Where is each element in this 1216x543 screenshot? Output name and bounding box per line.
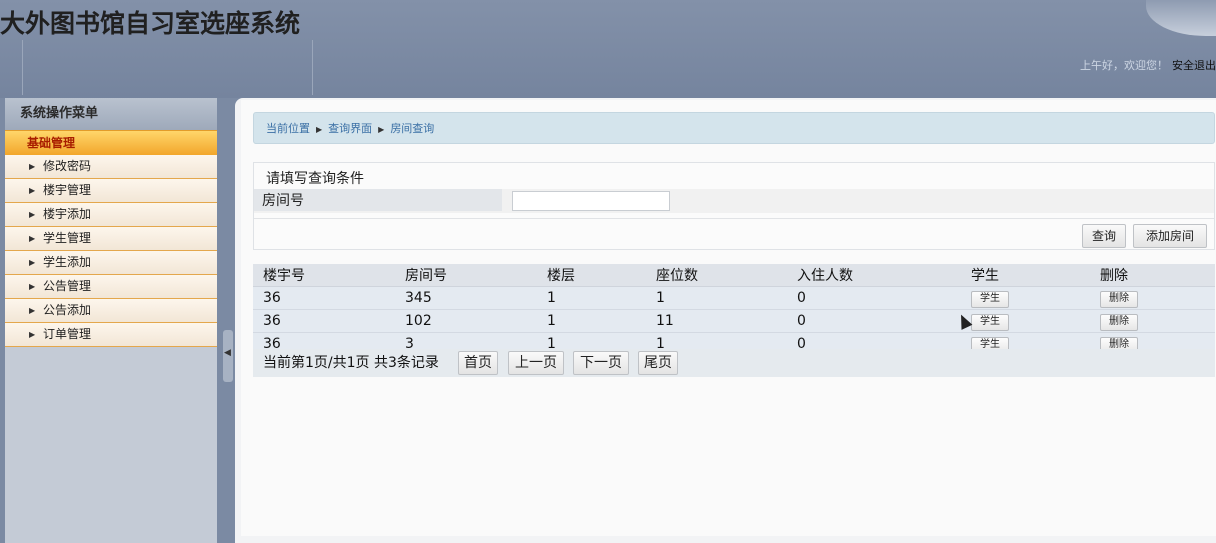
caret-right-icon: ▶ [316,125,323,134]
pagination-bar: 当前第1页/共1页 共3条记录 首页 上一页 下一页 尾页 [253,349,1215,377]
query-row: 房间号 [254,189,1214,213]
query-button-bar: 查询 添加房间 [254,218,1214,251]
cell-seats: 11 [646,309,787,333]
caret-right-icon: ▶ [29,210,36,219]
sidebar-item-student-manage[interactable]: ▶ 学生管理 [5,227,217,251]
column-header: 学生 [961,264,1090,287]
sidebar-item-building-manage[interactable]: ▶ 楼宇管理 [5,179,217,203]
caret-right-icon: ▶ [29,282,36,291]
caret-right-icon: ▶ [29,306,36,315]
sidebar-item-label: 楼宇添加 [43,207,92,221]
breadcrumb-item[interactable]: 当前位置 [266,122,310,135]
sidebar-item-student-add[interactable]: ▶ 学生添加 [5,251,217,275]
table-header-row: 楼宇号 房间号 楼层 座位数 入住人数 学生 删除 [253,264,1215,287]
cell-occupants: 0 [787,309,961,333]
cell-occupants: 0 [787,286,961,310]
last-page-button[interactable]: 尾页 [638,351,678,375]
column-header: 删除 [1090,264,1215,287]
caret-right-icon: ▶ [29,162,36,171]
pagination-info: 当前第1页/共1页 共3条记录 [263,355,439,371]
cell-floor: 1 [537,286,646,310]
table-row: 36 102 1 11 0 学生 删除 [253,309,1215,333]
sidebar-item-label: 学生添加 [43,255,92,269]
main-panel: 当前位置 ▶ 查询界面 ▶ 房间查询 请填写查询条件 房间号 查询 添加房间 楼宇号 房… [235,98,1216,543]
room-table: 楼宇号 房间号 楼层 座位数 入住人数 学生 删除 36 345 1 1 0 学… [253,264,1215,356]
cell-delete: 删除 [1090,286,1215,310]
cell-building: 36 [253,286,395,310]
cell-delete: 删除 [1090,309,1215,333]
cell-student: 学生 [961,309,1090,333]
cell-floor: 1 [537,309,646,333]
first-page-button[interactable]: 首页 [458,351,498,375]
column-header: 入住人数 [787,264,961,287]
query-form: 请填写查询条件 房间号 查询 添加房间 [253,162,1215,250]
delete-button[interactable]: 删除 [1100,313,1138,331]
sidebar-item-label: 公告管理 [43,279,92,293]
content-area: 当前位置 ▶ 查询界面 ▶ 房间查询 请填写查询条件 房间号 查询 添加房间 楼宇号 房… [241,100,1216,536]
column-header: 房间号 [395,264,537,287]
sidebar-group-basic[interactable]: 基础管理 [5,130,217,155]
sidebar-item-order-manage[interactable]: ▶ 订单管理 [5,323,217,347]
query-form-title: 请填写查询条件 [266,171,364,187]
caret-right-icon: ▶ [29,258,36,267]
sidebar-item-building-add[interactable]: ▶ 楼宇添加 [5,203,217,227]
cell-seats: 1 [646,286,787,310]
column-header: 楼宇号 [253,264,395,287]
sidebar-item-label: 公告添加 [43,303,92,317]
sidebar-title: 系统操作菜单 [5,98,217,130]
prev-page-button[interactable]: 上一页 [508,351,564,375]
divider [22,40,23,95]
breadcrumb-item[interactable]: 房间查询 [390,122,434,135]
sidebar-item-label: 楼宇管理 [43,183,92,197]
cell-building: 36 [253,309,395,333]
greeting-text: 上午好，欢迎您！ [1080,59,1168,72]
breadcrumb-item[interactable]: 查询界面 [328,122,372,135]
caret-left-icon: ◀ [224,348,231,358]
room-number-input[interactable] [512,191,670,211]
sidebar-item-label: 学生管理 [43,231,92,245]
logout-link[interactable]: 安全退出 [1172,57,1216,73]
student-button[interactable]: 学生 [971,290,1009,308]
student-button[interactable]: 学生 [971,313,1009,331]
sidebar-item-notice-add[interactable]: ▶ 公告添加 [5,299,217,323]
sidebar-collapse-handle[interactable]: ◀ [223,330,233,382]
cell-student: 学生 [961,286,1090,310]
caret-right-icon: ▶ [29,330,36,339]
cell-room: 102 [395,309,537,333]
cell-room: 345 [395,286,537,310]
table-row: 36 345 1 1 0 学生 删除 [253,286,1215,310]
sidebar: 系统操作菜单 基础管理 ▶ 修改密码 ▶ 楼宇管理 ▶ 楼宇添加 ▶ 学生管理 … [5,98,217,543]
add-room-button[interactable]: 添加房间 [1133,224,1207,248]
column-header: 座位数 [646,264,787,287]
sidebar-item-change-password[interactable]: ▶ 修改密码 [5,155,217,179]
sidebar-item-label: 修改密码 [43,159,92,173]
breadcrumb: 当前位置 ▶ 查询界面 ▶ 房间查询 [253,112,1215,144]
caret-right-icon: ▶ [378,125,385,134]
divider [312,40,313,95]
header-bar: 大外图书馆自习室选座系统 上午好，欢迎您！ 安全退出 [0,0,1216,98]
next-page-button[interactable]: 下一页 [573,351,629,375]
delete-button[interactable]: 删除 [1100,290,1138,308]
sidebar-item-label: 订单管理 [43,327,92,341]
app-title: 大外图书馆自习室选座系统 [0,9,301,38]
room-number-label: 房间号 [254,189,502,211]
caret-right-icon: ▶ [29,234,36,243]
header-corner-decoration [1146,0,1216,36]
column-header: 楼层 [537,264,646,287]
search-button[interactable]: 查询 [1082,224,1126,248]
caret-right-icon: ▶ [29,186,36,195]
sidebar-item-notice-manage[interactable]: ▶ 公告管理 [5,275,217,299]
